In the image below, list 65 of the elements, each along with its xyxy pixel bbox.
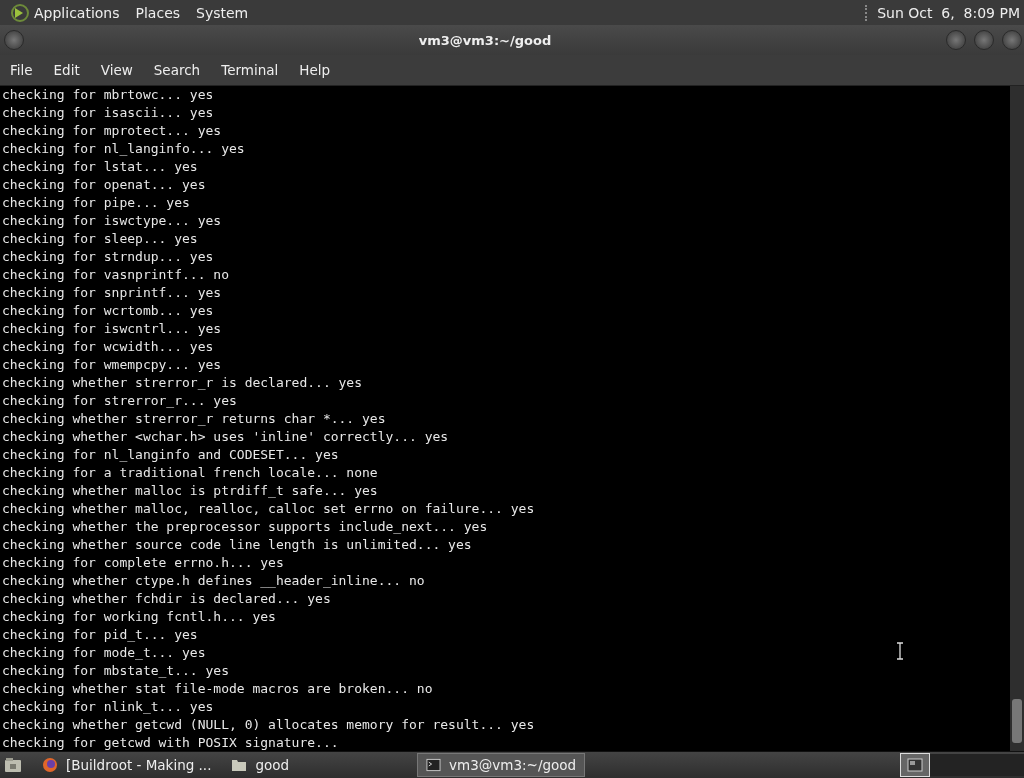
terminal-line: checking for strndup... yes <box>2 248 214 266</box>
terminal-line: checking whether strerror_r returns char *... yes <box>2 410 386 428</box>
show-desktop-icon[interactable] <box>4 757 22 773</box>
close-button[interactable] <box>1002 30 1022 50</box>
terminal-line: checking for vasnprintf... no <box>2 266 229 284</box>
panel-menu[interactable]: Applications <box>34 4 120 21</box>
terminal-line: checking for mprotect... yes <box>2 122 222 140</box>
terminal-line: checking for strerror_r... yes <box>2 392 237 410</box>
globe-icon <box>42 757 58 773</box>
terminal-line: checking for getcwd with POSIX signature... <box>2 734 339 751</box>
maximize-button[interactable] <box>974 30 994 50</box>
terminal-line: checking whether getcwd (NULL, 0) allocates memory for result... yes <box>2 716 535 734</box>
terminal-line: checking for nl_langinfo and CODESET... yes <box>2 446 339 464</box>
terminal-icon <box>426 757 442 773</box>
terminal-line: checking for snprintf... yes <box>2 284 222 302</box>
terminal-line: checking for lstat... yes <box>2 158 198 176</box>
menu-item[interactable]: Edit <box>53 62 80 78</box>
terminal-line: checking for pid_t... yes <box>2 626 198 644</box>
menu-item[interactable]: Terminal <box>221 62 279 78</box>
terminal-line: checking for wmempcpy... yes <box>2 356 222 374</box>
terminal-line: checking whether <wchar.h> uses 'inline' correctly... yes <box>2 428 449 446</box>
menu-item[interactable]: File <box>10 62 33 78</box>
terminal-line: checking for nlink_t... yes <box>2 698 214 716</box>
terminal-line: checking for wcwidth... yes <box>2 338 214 356</box>
terminal-line: checking for mbstate_t... yes <box>2 662 229 680</box>
menu-item[interactable]: Help <box>299 62 331 78</box>
terminal-line: checking whether the preprocessor supports include_next... yes <box>2 518 488 536</box>
menu-item[interactable]: View <box>100 62 133 78</box>
terminal-line: checking for mbrtowc... yes <box>2 86 214 104</box>
workspace-button[interactable] <box>900 753 930 777</box>
taskbar-button[interactable]: vm3@vm3:~/good <box>417 753 586 777</box>
terminal-line: checking for complete errno.h... yes <box>2 554 284 572</box>
terminal-line: checking for nl_langinfo... yes <box>2 140 245 158</box>
terminal-line: checking whether malloc, realloc, calloc set errno on failure... yes <box>2 500 535 518</box>
taskbar-button[interactable]: good <box>223 754 298 776</box>
terminal-line: checking for pipe... yes <box>2 194 190 212</box>
clock[interactable]: Sun Oct 6, 8:09 PM <box>877 4 1020 21</box>
terminal-line: checking for working fcntl.h... yes <box>2 608 276 626</box>
terminal-line: checking for sleep... yes <box>2 230 198 248</box>
terminal-line: checking for iswcntrl... yes <box>2 320 222 338</box>
panel-menu[interactable]: Places <box>135 4 181 21</box>
minimize-button[interactable] <box>946 30 966 50</box>
terminal-line: checking whether ctype.h defines __header_inline... no <box>2 572 425 590</box>
folder-icon <box>231 757 248 773</box>
terminal-line: checking for iswctype... yes <box>2 212 222 230</box>
terminal-line: checking whether source code line length is unlimited... yes <box>2 536 472 554</box>
scrollbar[interactable] <box>1010 86 1024 751</box>
menu-item[interactable]: Search <box>153 62 201 78</box>
scrollbar-thumb[interactable] <box>1012 699 1022 743</box>
taskbar-button[interactable]: [Buildroot - Making ... <box>34 754 220 776</box>
terminal-line: checking for isascii... yes <box>2 104 214 122</box>
distro-logo-icon[interactable] <box>10 2 30 23</box>
window-title: vm3@vm3:~/good <box>417 32 553 48</box>
terminal-line: checking whether strerror_r is declared... yes <box>2 374 363 392</box>
workspace-thumbnail-icon <box>907 758 923 772</box>
terminal-line: checking for wcrtomb... yes <box>2 302 214 320</box>
panel-menu[interactable]: System <box>196 4 249 21</box>
terminal-line: checking whether malloc is ptrdiff_t safe... yes <box>2 482 378 500</box>
terminal-line: checking for mode_t... yes <box>2 644 206 662</box>
terminal-line: checking for a traditional french locale... none <box>2 464 378 482</box>
terminal-line: checking for openat... yes <box>2 176 206 194</box>
terminal-line: checking whether fchdir is declared... yes <box>2 590 331 608</box>
text-cursor-icon <box>896 642 904 660</box>
terminal-line: checking whether stat file-mode macros are broken... no <box>2 680 433 698</box>
window-menu-button[interactable] <box>4 30 24 50</box>
